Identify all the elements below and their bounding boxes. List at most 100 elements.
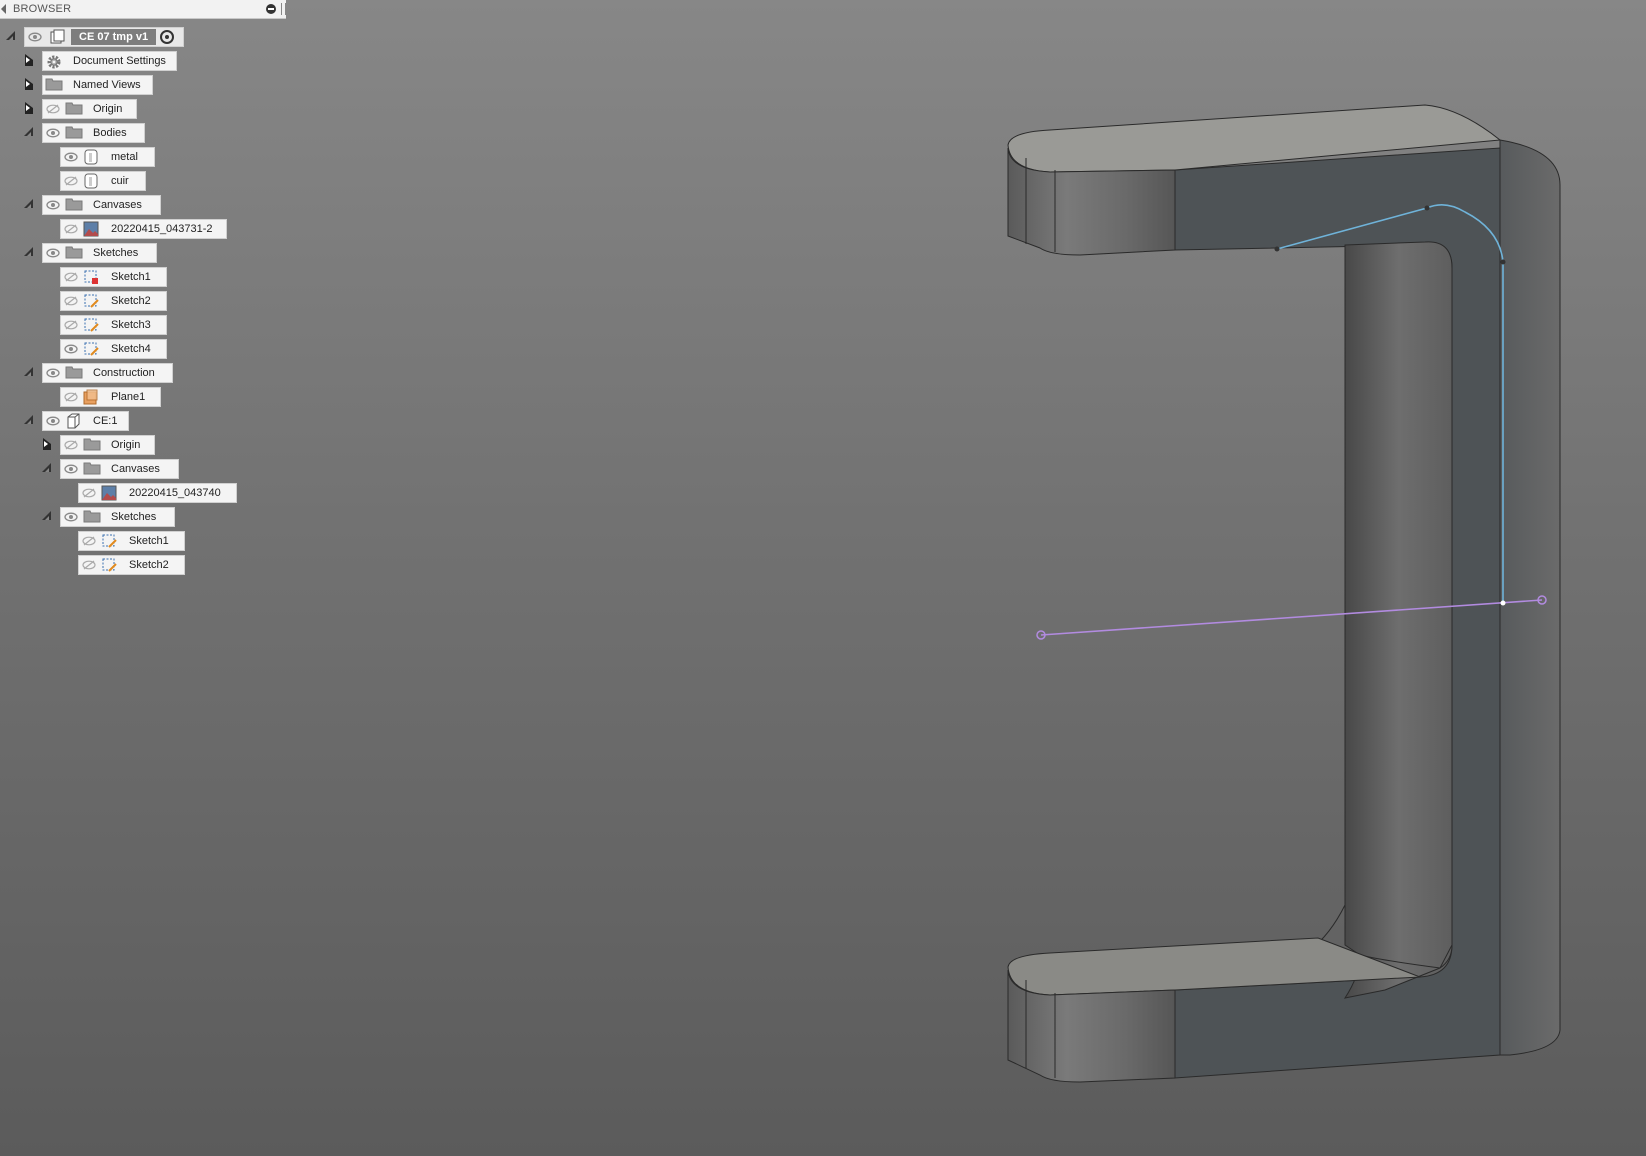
ce1-canvases-label: Canvases: [111, 463, 160, 475]
root-component-label: CE 07 tmp v1: [71, 29, 157, 45]
eye-hidden-icon[interactable]: [62, 436, 80, 454]
sketch-4-node[interactable]: Sketch4: [60, 339, 167, 359]
sketch-icon: [83, 292, 101, 310]
eye-icon[interactable]: [62, 148, 80, 166]
sketch-icon: [83, 316, 101, 334]
eye-icon[interactable]: [44, 196, 62, 214]
document-settings-node[interactable]: Document Settings: [42, 51, 177, 71]
folder-icon: [65, 100, 83, 118]
body-icon: [83, 148, 101, 166]
eye-icon[interactable]: [62, 460, 80, 478]
document-settings-label: Document Settings: [73, 55, 166, 67]
expand-toggle-icon[interactable]: [41, 462, 53, 474]
eye-icon[interactable]: [44, 364, 62, 382]
expand-toggle-icon[interactable]: [23, 54, 35, 66]
ce1-canvases-node[interactable]: Canvases: [60, 459, 179, 479]
sketch-2-label: Sketch2: [111, 295, 151, 307]
eye-hidden-icon[interactable]: [62, 292, 80, 310]
body-cuir-node[interactable]: cuir: [60, 171, 146, 191]
model-viewport[interactable]: [0, 0, 1646, 1156]
eye-icon[interactable]: [26, 28, 44, 46]
c-shaped-body[interactable]: [1007, 104, 1561, 1083]
bodies-node[interactable]: Bodies: [42, 123, 145, 143]
ce1-canvas-1-node[interactable]: 20220415_043740: [78, 483, 237, 503]
eye-hidden-icon[interactable]: [44, 100, 62, 118]
sketch-icon: [101, 532, 119, 550]
browser-panel-header[interactable]: BROWSER: [0, 0, 286, 19]
body-icon: [83, 172, 101, 190]
body-cuir-label: cuir: [111, 175, 129, 187]
expand-toggle-icon[interactable]: [5, 30, 17, 42]
sketch-1-node[interactable]: Sketch1: [60, 267, 167, 287]
expand-toggle-icon[interactable]: [23, 126, 35, 138]
folder-icon: [65, 124, 83, 142]
canvases-node[interactable]: Canvases: [42, 195, 161, 215]
sketch-3-node[interactable]: Sketch3: [60, 315, 167, 335]
eye-icon[interactable]: [44, 244, 62, 262]
expand-toggle-icon[interactable]: [41, 510, 53, 522]
sketch-4-label: Sketch4: [111, 343, 151, 355]
expand-toggle-icon[interactable]: [23, 198, 35, 210]
eye-hidden-icon[interactable]: [80, 556, 98, 574]
eye-hidden-icon[interactable]: [80, 532, 98, 550]
folder-icon: [65, 364, 83, 382]
eye-icon[interactable]: [62, 508, 80, 526]
canvas-1-label: 20220415_043731-2: [111, 223, 213, 235]
expand-toggle-icon[interactable]: [23, 414, 35, 426]
eye-icon[interactable]: [62, 340, 80, 358]
component-ce1-node[interactable]: CE:1: [42, 411, 129, 431]
eye-hidden-icon[interactable]: [62, 268, 80, 286]
eye-hidden-icon[interactable]: [62, 316, 80, 334]
canvas-1-node[interactable]: 20220415_043731-2: [60, 219, 227, 239]
construction-node[interactable]: Construction: [42, 363, 173, 383]
ce1-sketch-1-node[interactable]: Sketch1: [78, 531, 185, 551]
plane-icon: [83, 388, 101, 406]
ce1-sketch-2-node[interactable]: Sketch2: [78, 555, 185, 575]
eye-hidden-icon[interactable]: [80, 484, 98, 502]
sketches-label: Sketches: [93, 247, 139, 259]
canvases-label: Canvases: [93, 199, 142, 211]
root-component-node[interactable]: CE 07 tmp v1: [24, 27, 184, 47]
body-metal-label: metal: [111, 151, 138, 163]
folder-icon: [45, 76, 63, 94]
ce1-sketches-node[interactable]: Sketches: [60, 507, 175, 527]
eye-icon[interactable]: [44, 124, 62, 142]
expand-toggle-icon[interactable]: [23, 78, 35, 90]
ce1-sketches-label: Sketches: [111, 511, 157, 523]
named-views-node[interactable]: Named Views: [42, 75, 153, 95]
sketch-icon: [101, 556, 119, 574]
ce1-origin-node[interactable]: Origin: [60, 435, 155, 455]
ce1-sketch-1-label: Sketch1: [129, 535, 169, 547]
body-metal-node[interactable]: metal: [60, 147, 155, 167]
plane-1-node[interactable]: Plane1: [60, 387, 161, 407]
sketch-point[interactable]: [1500, 259, 1506, 265]
expand-toggle-icon[interactable]: [23, 102, 35, 114]
sketch-point[interactable]: [1274, 246, 1280, 252]
panel-grip-icon[interactable]: [281, 3, 286, 15]
minimize-icon[interactable]: [266, 4, 276, 14]
ce1-origin-label: Origin: [111, 439, 141, 451]
sketch-icon: [83, 340, 101, 358]
expand-toggle-icon[interactable]: [23, 366, 35, 378]
eye-icon[interactable]: [44, 412, 62, 430]
sketch-2-node[interactable]: Sketch2: [60, 291, 167, 311]
sketch-point[interactable]: [1424, 205, 1430, 211]
origin-node[interactable]: Origin: [42, 99, 137, 119]
collapse-panel-icon[interactable]: [1, 4, 6, 14]
midpoint-marker[interactable]: [1500, 600, 1506, 606]
sketches-node[interactable]: Sketches: [42, 243, 157, 263]
activate-radio-icon[interactable]: [160, 30, 175, 44]
eye-hidden-icon[interactable]: [62, 220, 80, 238]
construction-label: Construction: [93, 367, 155, 379]
folder-icon: [83, 436, 101, 454]
expand-toggle-icon[interactable]: [41, 438, 53, 450]
plane-1-label: Plane1: [111, 391, 146, 403]
ce1-sketch-2-label: Sketch2: [129, 559, 169, 571]
component-icon: [49, 28, 67, 46]
component-ce1-label: CE:1: [93, 415, 118, 427]
bodies-label: Bodies: [93, 127, 127, 139]
sketch-locked-icon: [83, 268, 101, 286]
eye-hidden-icon[interactable]: [62, 172, 80, 190]
expand-toggle-icon[interactable]: [23, 246, 35, 258]
eye-hidden-icon[interactable]: [62, 388, 80, 406]
